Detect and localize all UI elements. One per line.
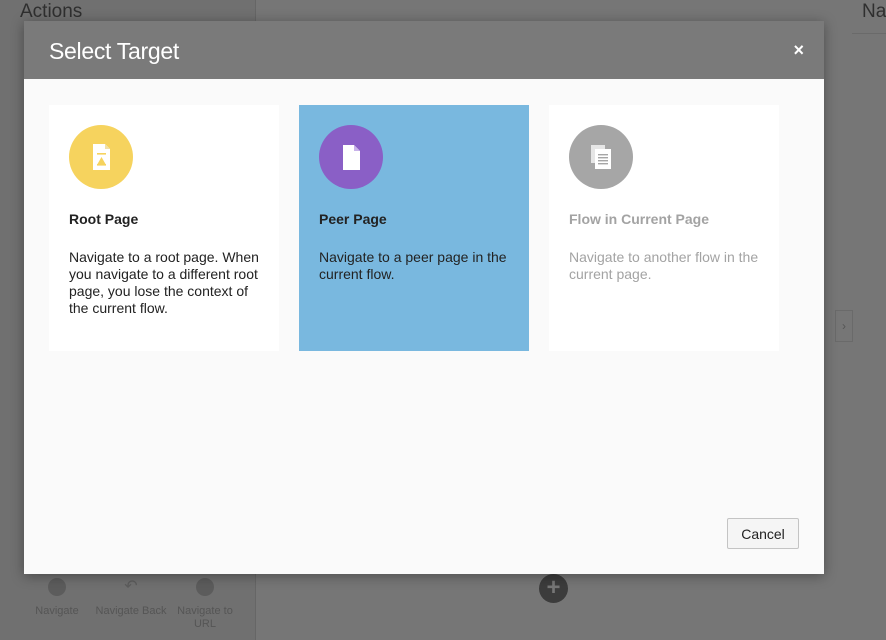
action-palette: Navigate ↶ Navigate Back Navigate to URL bbox=[20, 578, 250, 638]
flow-pages-icon bbox=[569, 125, 633, 189]
close-icon[interactable]: × bbox=[793, 40, 804, 60]
select-target-dialog: Select Target × Root Page Navigate to a … bbox=[24, 21, 824, 574]
compass-icon bbox=[48, 578, 66, 596]
option-title: Peer Page bbox=[319, 211, 387, 227]
option-title: Root Page bbox=[69, 211, 139, 227]
tool-navigate[interactable]: Navigate bbox=[20, 578, 94, 618]
option-description: Navigate to another flow in the current … bbox=[569, 249, 759, 282]
option-root-page[interactable]: Root Page Navigate to a root page. When … bbox=[49, 105, 279, 351]
peer-page-icon bbox=[319, 125, 383, 189]
option-description: Navigate to a root page. When you naviga… bbox=[69, 249, 259, 316]
option-title: Flow in Current Page bbox=[569, 211, 710, 227]
right-panel-title: Na bbox=[862, 1, 886, 22]
right-panel-divider bbox=[852, 33, 886, 34]
root-page-icon bbox=[69, 125, 133, 189]
option-flow-in-current-page: Flow in Current Page Navigate to another… bbox=[549, 105, 779, 351]
dialog-header: Select Target × bbox=[24, 21, 824, 79]
option-peer-page[interactable]: Peer Page Navigate to a peer page in the… bbox=[299, 105, 529, 351]
add-action-button[interactable]: + bbox=[539, 574, 568, 603]
tool-navigate-to-url[interactable]: Navigate to URL bbox=[168, 578, 242, 631]
actions-panel-title: Actions bbox=[20, 1, 83, 22]
back-arrow-icon: ↶ bbox=[124, 578, 138, 595]
tool-label: Navigate bbox=[35, 605, 79, 617]
tool-navigate-back[interactable]: ↶ Navigate Back bbox=[94, 578, 168, 618]
chevron-right-icon[interactable]: › bbox=[835, 310, 853, 342]
link-icon bbox=[196, 578, 214, 596]
tool-label: Navigate Back bbox=[95, 605, 167, 617]
option-description: Navigate to a peer page in the current f… bbox=[319, 249, 507, 282]
tool-label: Navigate to URL bbox=[177, 605, 233, 630]
dialog-title: Select Target bbox=[49, 38, 179, 64]
cancel-button[interactable]: Cancel bbox=[727, 518, 799, 549]
